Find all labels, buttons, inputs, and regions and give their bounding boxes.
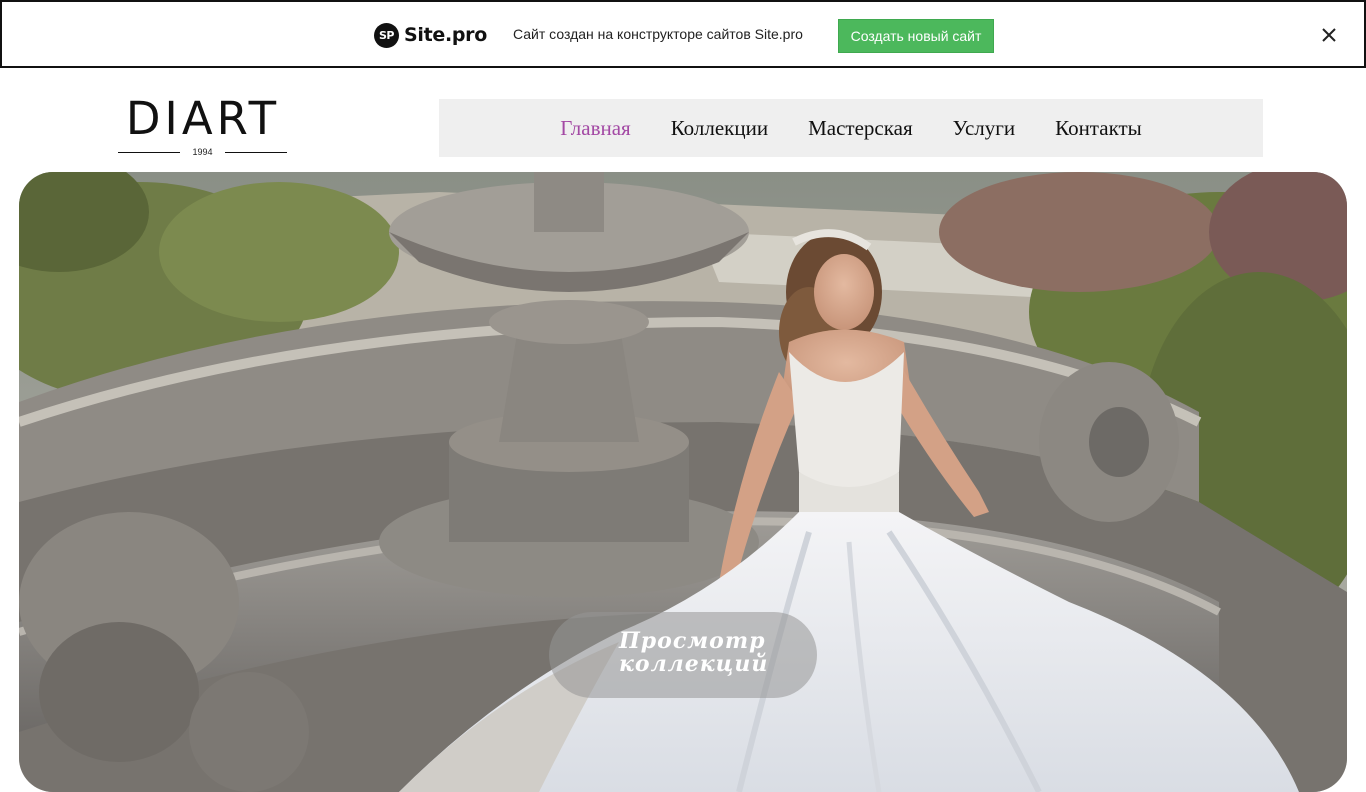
main-nav: Главная Коллекции Мастерская Услуги Конт… [439,99,1263,157]
nav-item-workshop[interactable]: Мастерская [808,116,913,141]
sitepro-logo[interactable]: SP Site.pro [374,21,487,49]
site-logo[interactable]: DIART 1994 [117,92,289,158]
close-icon[interactable] [1317,23,1341,47]
nav-item-services[interactable]: Услуги [953,116,1016,141]
create-new-site-button[interactable]: Создать новый сайт [838,19,994,53]
logo-divider-right [225,152,287,153]
promo-banner: SP Site.pro Сайт создан на конструкторе … [0,0,1366,68]
nav-item-contacts[interactable]: Контакты [1055,116,1142,141]
logo-wordmark: DIART [125,92,281,145]
view-collections-button[interactable]: Просмотр коллекций [549,612,817,698]
view-collections-label: Просмотр коллекций [619,628,769,677]
promo-text: Сайт создан на конструкторе сайтов Site.… [513,26,803,42]
nav-item-home[interactable]: Главная [560,116,631,141]
logo-year: 1994 [192,147,213,157]
nav-item-collections[interactable]: Коллекции [671,116,768,141]
sitepro-logo-icon: SP [374,22,399,48]
hero-banner: Просмотр коллекций [19,172,1347,792]
sitepro-logo-text: Site.pro [404,24,488,46]
hero-image [19,172,1347,792]
logo-divider-left [118,152,180,153]
